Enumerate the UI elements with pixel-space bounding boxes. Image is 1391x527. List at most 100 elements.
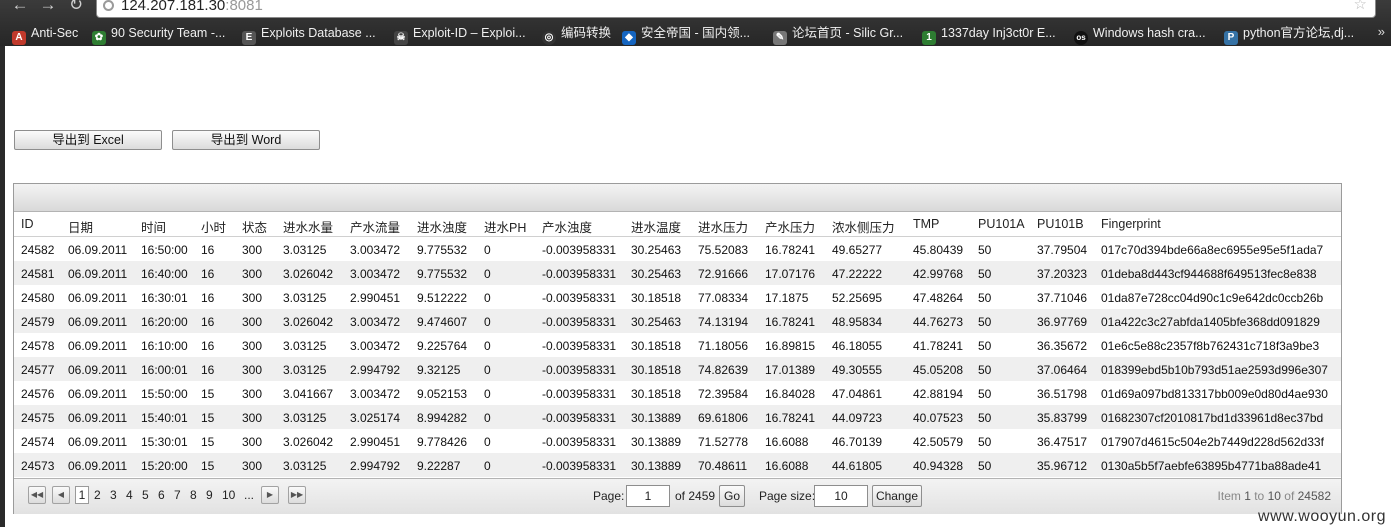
page-number-link[interactable]: 5 [142,488,149,502]
page-input[interactable]: 1 [626,485,670,507]
more-bookmarks-icon[interactable]: » [1378,24,1385,39]
table-cell: 0 [484,291,491,305]
column-header[interactable]: TMP [913,217,975,231]
watermark: www.wooyun.org [1258,508,1386,525]
column-header[interactable]: 产水浊度 [542,217,628,236]
column-header[interactable]: 产水压力 [765,217,829,236]
table-row[interactable]: 24577 06.09.2011 16:00:01 16 300 3.03125 2.994… [14,357,1341,381]
column-header[interactable]: PU101B [1037,217,1097,231]
table-cell: 40.94328 [913,459,964,473]
grid-header-bar [14,184,1341,212]
table-cell: -0.003958331 [542,267,617,281]
table-cell: -0.003958331 [542,291,617,305]
prev-page-icon[interactable]: ◀ [52,486,70,504]
bookmark-python-forum[interactable]: Ppython官方论坛,dj... [1224,24,1354,45]
page-number-link[interactable]: 4 [126,488,133,502]
table-cell: 24581 [21,267,55,281]
table-cell: 3.026042 [283,435,334,449]
bookmark-anti-sec[interactable]: A Anti-Sec [12,24,78,45]
table-row[interactable]: 24573 06.09.2011 15:20:00 15 300 3.03125 2.994… [14,453,1341,477]
table-cell: 01e6c5e88c2357f8b762431c718f3a9be3 [1101,339,1320,353]
table-cell: 50 [978,459,992,473]
table-cell: 06.09.2011 [68,243,128,257]
table-cell: 16.78241 [765,411,816,425]
table-cell: 47.22222 [832,267,883,281]
column-header[interactable]: 小时 [201,217,239,236]
table-row[interactable]: 24579 06.09.2011 16:20:00 16 300 3.026042 3.00… [14,309,1341,333]
table-row[interactable]: 24574 06.09.2011 15:30:01 15 300 3.026042 2.99… [14,429,1341,453]
table-cell: 018399ebd5b10b793d51ae2593d996e307 [1101,363,1328,377]
table-row[interactable]: 24581 06.09.2011 16:40:00 16 300 3.026042 3.00… [14,261,1341,285]
page-number-link[interactable]: 2 [94,488,101,502]
table-row[interactable]: 24578 06.09.2011 16:10:00 16 300 3.03125 3.003… [14,333,1341,357]
table-cell: -0.003958331 [542,315,617,329]
table-row[interactable]: 24576 06.09.2011 15:50:00 15 300 3.041667 3.00… [14,381,1341,405]
back-icon[interactable]: ← [10,0,30,13]
page-number-link[interactable]: 8 [190,488,197,502]
column-header[interactable]: 产水流量 [350,217,414,236]
table-cell: 15:30:01 [141,435,188,449]
column-header[interactable]: 进水浊度 [417,217,481,236]
forward-icon[interactable]: → [38,0,58,13]
table-row[interactable]: 24582 06.09.2011 16:50:00 16 300 3.03125 3.003… [14,237,1341,261]
next-page-icon[interactable]: ▶ [261,486,279,504]
table-cell: 0 [484,339,491,353]
table-cell: 06.09.2011 [68,435,128,449]
export-word-button[interactable]: 导出到 Word [172,130,320,150]
table-cell: 3.026042 [283,315,334,329]
go-button[interactable]: Go [719,485,745,507]
bookmark-silic-forum[interactable]: ✎ 论坛首页 - Silic Gr... [773,24,904,45]
bookmark-encoding[interactable]: ◎ 编码转换 [542,24,611,45]
bookmark-exploits-database[interactable]: E Exploits Database ... [242,24,376,45]
table-cell: 16:50:00 [141,243,188,257]
column-header[interactable]: PU101A [978,217,1034,231]
more-pages-link[interactable]: ... [244,488,254,502]
page-number-link[interactable]: 3 [110,488,117,502]
bookmark-windows-hash[interactable]: os Windows hash cra... [1074,24,1206,45]
table-cell: 16:40:00 [141,267,188,281]
bookmark-star-icon[interactable]: ☆ [1354,0,1367,13]
table-cell: 0 [484,459,491,473]
first-page-icon[interactable]: ◀◀ [28,486,46,504]
bookmark-1337day[interactable]: 1 1337day Inj3ct0r E... [922,24,1056,45]
table-cell: 2.990451 [350,435,401,449]
reload-icon[interactable]: ↻ [66,0,86,13]
column-header[interactable]: 进水PH [484,217,539,236]
change-button[interactable]: Change [872,485,922,507]
table-cell: 44.09723 [832,411,883,425]
bookmark-label: 论坛首页 - Silic Gr... [792,26,904,40]
bookmark-exploit-id[interactable]: ☠ Exploit-ID – Exploi... [394,24,526,45]
table-cell: 017907d4615c504e2b7449d228d562d33f [1101,435,1324,449]
table-row[interactable]: 24580 06.09.2011 16:30:01 16 300 3.03125 2.990… [14,285,1341,309]
table-cell: 300 [242,363,263,377]
bookmark-90-security[interactable]: ✿ 90 Security Team -... [92,24,225,45]
column-header[interactable]: 状态 [242,217,280,236]
table-cell: 50 [978,411,992,425]
page-number-link[interactable]: 9 [206,488,213,502]
table-cell: 36.47517 [1037,435,1088,449]
page-number-link[interactable]: 6 [158,488,165,502]
column-header[interactable]: 时间 [141,217,199,236]
page-number-link[interactable]: 10 [222,488,235,502]
column-header[interactable]: 进水压力 [698,217,762,236]
table-cell: 01deba8d443cf944688f649513fec8e838 [1101,267,1317,281]
column-header[interactable]: 浓水侧压力 [832,217,910,236]
column-header[interactable]: 日期 [68,217,138,236]
address-bar[interactable]: 124.207.181.30:8081 ☆ [96,0,1376,18]
page-size-input[interactable]: 10 [814,485,868,507]
table-cell: 9.474607 [417,315,468,329]
page-number-link[interactable]: 1 [75,486,89,504]
last-page-icon[interactable]: ▶▶ [288,486,306,504]
export-excel-button[interactable]: 导出到 Excel [14,130,162,150]
column-header[interactable]: Fingerprint [1101,217,1331,231]
table-cell: 30.18518 [631,363,682,377]
table-row[interactable]: 24575 06.09.2011 15:40:01 15 300 3.03125 3.025… [14,405,1341,429]
bookmark-security-empire[interactable]: ◆ 安全帝国 - 国内领... [622,24,750,45]
table-cell: 300 [242,315,263,329]
column-header[interactable]: 进水温度 [631,217,695,236]
column-header[interactable]: ID [21,217,66,231]
table-cell: 74.13194 [698,315,749,329]
column-header[interactable]: 进水水量 [283,217,347,236]
page-number-link[interactable]: 7 [174,488,181,502]
table-cell: 50 [978,339,992,353]
